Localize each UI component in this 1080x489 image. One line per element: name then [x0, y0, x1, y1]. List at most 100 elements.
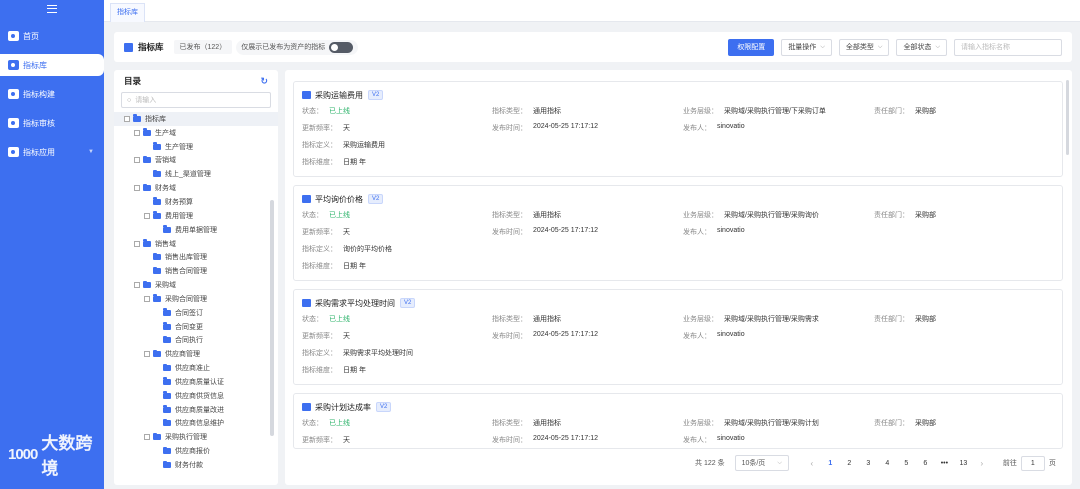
- expand-toggle-icon[interactable]: [144, 295, 150, 302]
- tree-node[interactable]: 财务预算: [114, 195, 278, 209]
- sidebar-item-metric-library[interactable]: 指标库: [0, 54, 104, 76]
- tree-node[interactable]: 生产管理: [114, 140, 278, 154]
- expand-toggle-icon[interactable]: [144, 434, 150, 441]
- catalog-search-input[interactable]: ○ 请输入: [121, 92, 271, 108]
- page-number-button[interactable]: •••: [935, 460, 954, 467]
- tree-node[interactable]: 供应商供货信息: [114, 389, 278, 403]
- menu-toggle-icon[interactable]: [0, 0, 104, 18]
- page-number-button[interactable]: 1: [821, 460, 840, 467]
- library-icon: [8, 60, 19, 70]
- expand-toggle-icon[interactable]: [124, 115, 130, 122]
- only-published-toggle[interactable]: [329, 41, 354, 53]
- field-type: 指标类型： 通用指标: [492, 210, 683, 220]
- tree-node[interactable]: 合同变更: [114, 320, 278, 334]
- expand-toggle-icon[interactable]: [134, 129, 140, 136]
- field-value: 已上线: [329, 315, 350, 323]
- goto-page-input[interactable]: 1: [1020, 455, 1045, 471]
- metric-card[interactable]: 平均询价价格 V2 状态： 已上线 指标类型： 通用指标 业务层级： 采购域/采购执行管理/采…: [293, 185, 1063, 281]
- tree-scrollbar[interactable]: [270, 200, 274, 436]
- tree-node[interactable]: 供应商质量改进: [114, 403, 278, 417]
- tree-node[interactable]: 销售出库管理: [114, 250, 278, 264]
- field-value: 采购域/采购执行管理/采购询价: [724, 211, 819, 219]
- tree-node[interactable]: 供应商报价: [114, 444, 278, 458]
- metric-title[interactable]: 采购需求平均处理时间: [315, 298, 395, 309]
- expand-toggle-icon[interactable]: [134, 240, 140, 247]
- metric-title[interactable]: 采购运输费用: [315, 90, 363, 101]
- type-filter-select[interactable]: 全部类型 ⌵: [838, 38, 890, 56]
- metric-icon: [302, 195, 311, 203]
- expand-toggle-icon[interactable]: [144, 212, 150, 219]
- goto-label: 前往: [1002, 460, 1017, 467]
- version-badge: V2: [368, 194, 384, 204]
- expand-toggle-icon[interactable]: [144, 351, 150, 358]
- page-number-button[interactable]: 4: [878, 460, 897, 467]
- tree-node[interactable]: 生产域: [114, 126, 278, 140]
- tree-node[interactable]: 采购执行管理: [114, 430, 278, 444]
- field-label: 指标类型：: [492, 419, 527, 427]
- permission-config-button[interactable]: 权限配置: [728, 38, 775, 56]
- page-number-button[interactable]: 6: [916, 460, 935, 467]
- field-value: 天: [343, 332, 350, 340]
- sidebar-item-home[interactable]: 首页: [0, 25, 104, 47]
- page-number-button[interactable]: 2: [840, 460, 859, 467]
- tree-node-label: 供应商管理: [165, 351, 200, 359]
- sidebar-item-metric-apply[interactable]: 指标应用 ▼: [0, 141, 104, 163]
- page-number-button[interactable]: 13: [954, 460, 973, 467]
- prev-page-button[interactable]: ‹: [803, 459, 821, 468]
- list-scrollbar[interactable]: [1066, 80, 1069, 155]
- field-label: 业务层级：: [683, 107, 718, 115]
- tree-node[interactable]: 采购合同管理: [114, 292, 278, 306]
- field-value: 天: [343, 124, 350, 132]
- sidebar-item-metric-build[interactable]: 指标构建: [0, 83, 104, 105]
- folder-icon: [153, 432, 161, 441]
- tree-node[interactable]: 合同签订: [114, 306, 278, 320]
- page-number-button[interactable]: 3: [859, 460, 878, 467]
- home-icon: [8, 31, 19, 41]
- tree-node[interactable]: 财务付款: [114, 458, 278, 472]
- tree-node[interactable]: 指标库: [114, 112, 278, 126]
- tree-node[interactable]: 财务域: [114, 181, 278, 195]
- tree-node[interactable]: 营销域: [114, 154, 278, 168]
- folder-icon: [163, 363, 171, 372]
- tab-metric-library[interactable]: 指标库: [110, 3, 145, 22]
- review-icon: [8, 118, 19, 128]
- sidebar-item-metric-review[interactable]: 指标审核: [0, 112, 104, 134]
- folder-icon: [163, 405, 171, 413]
- batch-operation-select[interactable]: 批量操作 ⌵: [781, 38, 832, 56]
- field-dept: 责任部门： 采购部: [874, 106, 1024, 116]
- field-value: 采购运输费用: [343, 141, 385, 149]
- next-page-button[interactable]: ›: [973, 459, 991, 468]
- refresh-icon[interactable]: ↻: [260, 76, 268, 87]
- tree-node[interactable]: 费用单据管理: [114, 223, 278, 237]
- field-biz_level: 业务层级： 采购域/采购执行管理/采购需求: [683, 314, 874, 324]
- tree-node[interactable]: 费用管理: [114, 209, 278, 223]
- tree-node[interactable]: 供应商管理: [114, 347, 278, 361]
- metric-card[interactable]: 采购计划达成率 V2 状态： 已上线 指标类型： 通用指标 业务层级： 采购域/采购执行管理/…: [293, 393, 1063, 449]
- tree-node[interactable]: 采购域: [114, 278, 278, 292]
- tree-node[interactable]: 线上_渠道管理: [114, 167, 278, 181]
- build-icon: [8, 89, 19, 99]
- tree-node[interactable]: 供应商信息维护: [114, 417, 278, 431]
- page-number-button[interactable]: 5: [897, 460, 916, 467]
- tree-node[interactable]: 供应商准止: [114, 361, 278, 375]
- status-filter-select[interactable]: 全部状态 ⌵: [896, 38, 947, 56]
- metric-card[interactable]: 采购运输费用 V2 状态： 已上线 指标类型： 通用指标 业务层级： 采购域/采购执行管理/下…: [293, 81, 1063, 177]
- catalog-tree: 指标库 生产域 生产管理 营销域 线上_渠道管理 财务域 财务预算 费用管理 费用单据管理 销售域…: [114, 112, 278, 472]
- expand-toggle-icon[interactable]: [134, 157, 140, 164]
- expand-toggle-icon[interactable]: [134, 185, 140, 192]
- metric-search-input[interactable]: 请输入指标名称: [954, 38, 1062, 56]
- expand-toggle-icon[interactable]: [134, 282, 140, 289]
- tree-node[interactable]: 合同执行: [114, 334, 278, 348]
- tree-node[interactable]: 销售域: [114, 237, 278, 251]
- metric-card[interactable]: 采购需求平均处理时间 V2 状态： 已上线 指标类型： 通用指标 业务层级： 采购域/采购执行…: [293, 289, 1063, 385]
- page-size-select[interactable]: 10条/页 ⌵: [734, 455, 789, 471]
- field-definition: 指标定义： 采购需求平均处理时间: [302, 348, 413, 358]
- tree-node-label: 供应商质量改进: [175, 406, 224, 414]
- field-label: 责任部门：: [874, 211, 909, 219]
- metric-title[interactable]: 采购计划达成率: [315, 402, 371, 413]
- metric-title[interactable]: 平均询价价格: [315, 194, 363, 205]
- tree-node[interactable]: 销售合同管理: [114, 264, 278, 278]
- field-pub_time: 发布时间： 2024-05-25 17:17:12: [492, 331, 683, 341]
- field-value: 采购域/采购执行管理/采购计划: [724, 419, 819, 427]
- tree-node[interactable]: 供应商质量认证: [114, 375, 278, 389]
